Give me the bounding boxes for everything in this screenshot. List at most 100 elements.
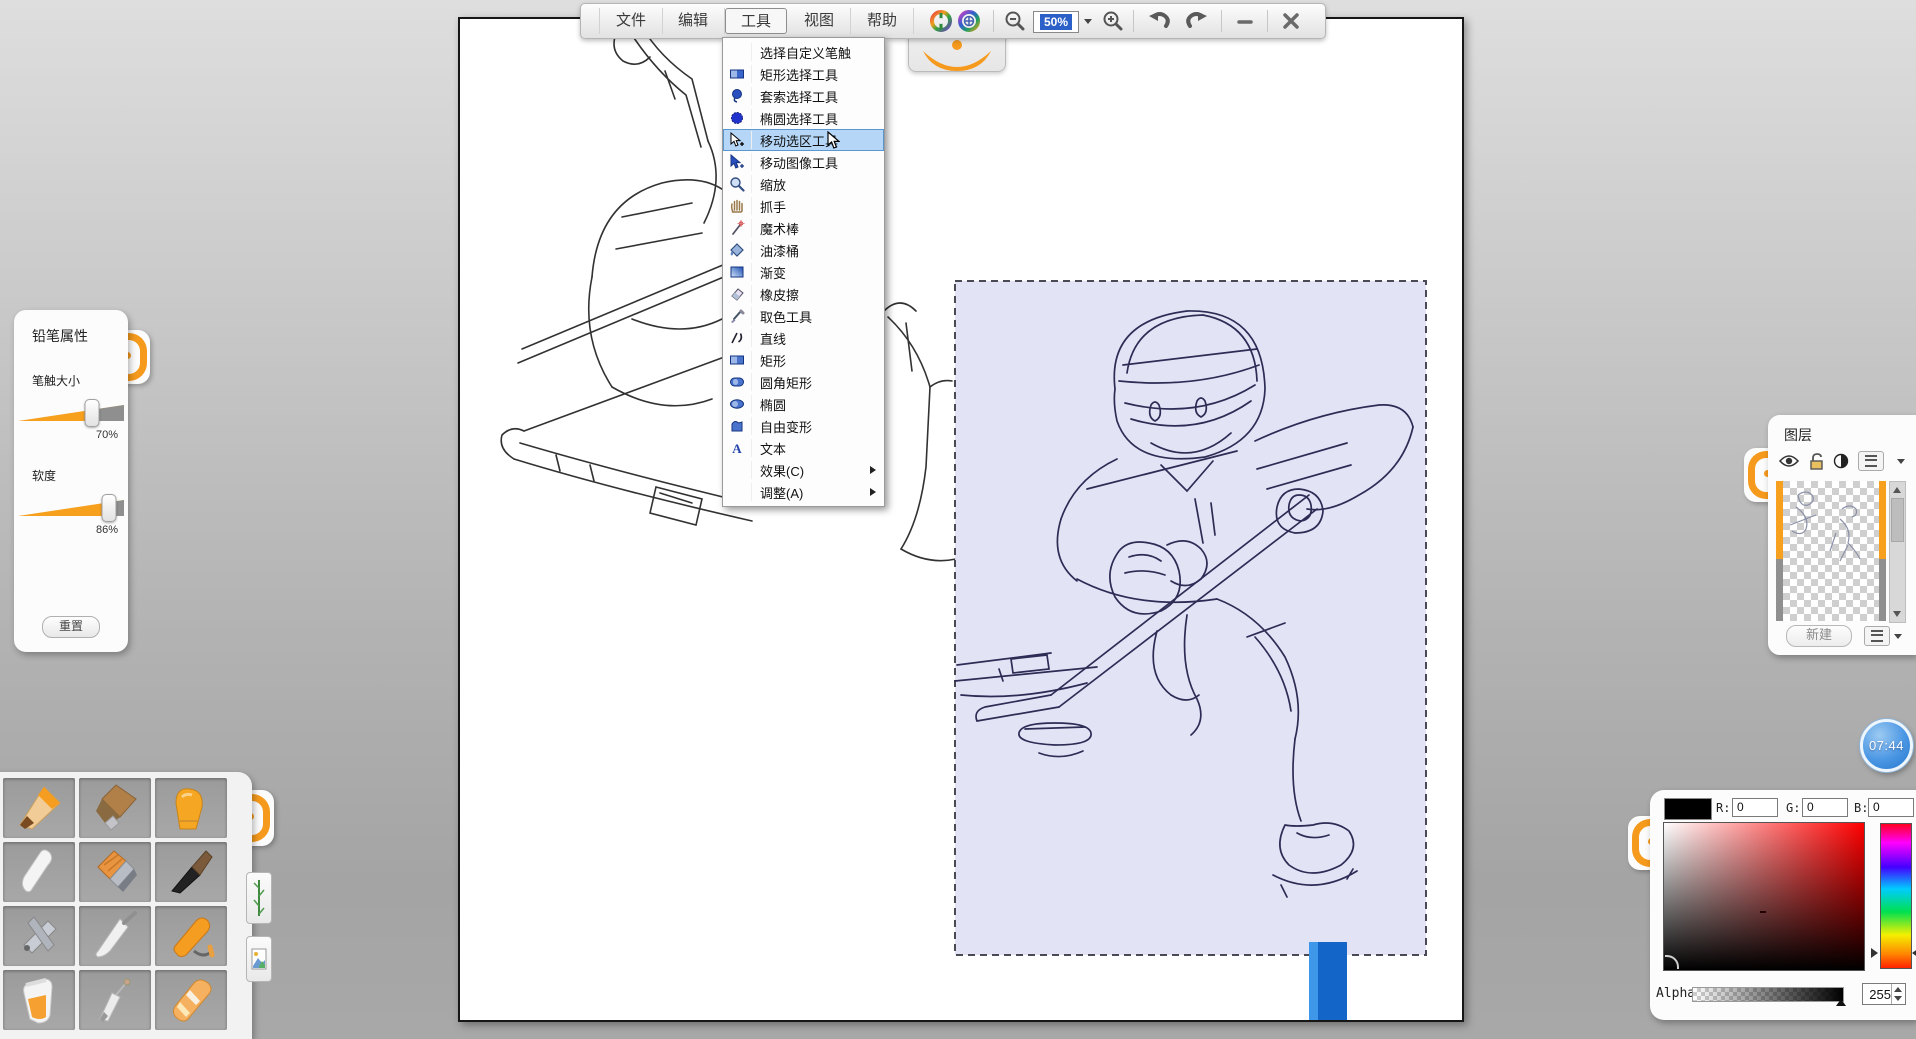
brush-ink-brush[interactable] [155, 842, 227, 902]
g-input[interactable]: 0 [1802, 798, 1848, 817]
brush-chalk[interactable] [3, 842, 75, 902]
palette-mascot-icon[interactable] [927, 8, 955, 34]
palette-knife-icon [90, 911, 140, 961]
toolbar: 文件 编辑 工具 视图 帮助 [580, 3, 1326, 39]
zoom-out-icon[interactable] [1001, 8, 1029, 34]
eye-icon[interactable] [1778, 453, 1800, 469]
brush-eraser-stick[interactable] [155, 970, 227, 1030]
menu-item-item-19[interactable]: 效果(C) [723, 459, 884, 481]
close-icon[interactable] [1277, 8, 1305, 34]
brush-size-slider-thumb[interactable] [85, 399, 100, 427]
menu-item-eraser[interactable]: 橡皮擦 [723, 283, 884, 305]
hue-slider[interactable] [1880, 823, 1912, 969]
menu-item-ellipse-select[interactable]: 椭圆选择工具 [723, 107, 884, 129]
menu-item-label: 效果(C) [752, 461, 804, 480]
paint-bucket-icon [723, 241, 752, 259]
alpha-marker[interactable] [1836, 999, 1846, 1006]
session-timer[interactable]: 07:44 [1860, 719, 1913, 772]
current-color-swatch [1664, 798, 1712, 820]
svg-text:A: A [732, 441, 742, 456]
menu-tools[interactable]: 工具 [725, 8, 787, 34]
zoom-level-field[interactable]: 50% [1033, 11, 1079, 33]
brush-paint-tube[interactable] [3, 970, 75, 1030]
canvas[interactable] [458, 17, 1464, 1022]
layers-bottom-dropdown-icon[interactable] [1894, 634, 1902, 639]
tools-dropdown-menu: 选择自定义笔触矩形选择工具套索选择工具椭圆选择工具移动选区工具移动图像工具缩放抓… [722, 37, 885, 507]
menu-item-label: 文本 [752, 439, 786, 458]
brush-small-brush[interactable] [79, 970, 151, 1030]
rounded-rectangle-icon [723, 373, 752, 391]
menu-item-lasso-select[interactable]: 套索选择工具 [723, 85, 884, 107]
softness-slider-thumb[interactable] [102, 494, 117, 522]
layers-panel-title: 图层 [1784, 425, 1916, 445]
alpha-spinner[interactable] [1891, 984, 1904, 1004]
menu-file[interactable]: 文件 [599, 8, 663, 34]
brush-paint-roller[interactable] [155, 906, 227, 966]
paint-roller-icon [166, 911, 216, 961]
contrast-icon[interactable] [1833, 453, 1849, 469]
target-mascot-icon[interactable] [955, 8, 983, 34]
brush-pencil[interactable] [3, 778, 75, 838]
menu-help[interactable]: 帮助 [851, 8, 914, 34]
sv-cursor [1760, 911, 1766, 913]
menu-item-magic-wand[interactable]: 魔术棒 [723, 217, 884, 239]
menu-item-text[interactable]: A 文本 [723, 437, 884, 459]
layers-bottom-menu-icon[interactable] [1864, 626, 1890, 646]
new-layer-button[interactable]: 新建 [1786, 625, 1852, 647]
saturation-value-field[interactable] [1663, 822, 1865, 971]
gradient-icon [723, 263, 752, 281]
menu-item-move-image[interactable]: 移动图像工具 [723, 151, 884, 173]
menu-item-item-0[interactable]: 选择自定义笔触 [723, 41, 884, 63]
brush-airbrush[interactable] [3, 906, 75, 966]
menu-item-label: 矩形选择工具 [752, 65, 838, 84]
undo-icon[interactable] [1143, 8, 1175, 34]
alpha-value-field[interactable]: 255 [1862, 983, 1906, 1005]
menu-item-color-picker[interactable]: 取色工具 [723, 305, 884, 327]
hue-marker-left[interactable] [1871, 948, 1878, 958]
layer-menu-icon[interactable] [1858, 451, 1884, 471]
menu-item-paint-bucket[interactable]: 油漆桶 [723, 239, 884, 261]
menu-item-move-selection[interactable]: 移动选区工具 [723, 129, 884, 151]
brush-wood-brush[interactable] [79, 778, 151, 838]
alpha-slider[interactable] [1692, 987, 1844, 1002]
brush-flat-brush[interactable] [79, 842, 151, 902]
r-input[interactable]: 0 [1732, 798, 1778, 817]
redo-icon[interactable] [1181, 8, 1213, 34]
selection-region[interactable] [955, 281, 1426, 955]
layer-scrollbar[interactable] [1889, 481, 1906, 623]
menu-item-line[interactable]: 直线 [723, 327, 884, 349]
menu-item-label: 椭圆 [752, 395, 786, 414]
softness-slider[interactable] [18, 494, 124, 520]
photo-pattern-button[interactable] [246, 936, 272, 982]
hue-marker-right[interactable] [1912, 948, 1916, 958]
menu-item-rounded-rectangle[interactable]: 圆角矩形 [723, 371, 884, 393]
menu-item-label: 取色工具 [752, 307, 812, 326]
zoom-in-icon[interactable] [1099, 8, 1127, 34]
menu-edit[interactable]: 编辑 [662, 8, 725, 34]
menu-item-label: 圆角矩形 [752, 373, 812, 392]
menu-item-item-20[interactable]: 调整(A) [723, 481, 884, 503]
zoom-icon [723, 175, 752, 193]
brush-crayon[interactable] [155, 778, 227, 838]
brush-palette-knife[interactable] [79, 906, 151, 966]
brush-size-slider[interactable] [18, 399, 124, 425]
zoom-level-dropdown[interactable] [1081, 13, 1095, 29]
b-input[interactable]: 0 [1868, 798, 1914, 817]
minimize-icon[interactable] [1231, 8, 1259, 34]
layer-menu-dropdown-icon[interactable] [1897, 459, 1905, 464]
airbrush-icon [14, 911, 64, 961]
unlock-icon[interactable] [1809, 453, 1824, 470]
menu-item-free-transform[interactable]: 自由变形 [723, 415, 884, 437]
menu-item-rect-select[interactable]: 矩形选择工具 [723, 63, 884, 85]
menu-item-ellipse[interactable]: 椭圆 [723, 393, 884, 415]
menu-item-gradient[interactable]: 渐变 [723, 261, 884, 283]
menu-view[interactable]: 视图 [788, 8, 851, 34]
menu-item-label: 橡皮擦 [752, 285, 799, 304]
reset-button[interactable]: 重置 [42, 616, 100, 638]
menu-item-hand[interactable]: 抓手 [723, 195, 884, 217]
ellipse-select-icon [723, 109, 752, 127]
menu-item-rectangle[interactable]: 矩形 [723, 349, 884, 371]
bamboo-pattern-button[interactable] [246, 872, 272, 924]
menu-item-zoom[interactable]: 缩放 [723, 173, 884, 195]
layer-thumbnail[interactable] [1776, 481, 1886, 621]
